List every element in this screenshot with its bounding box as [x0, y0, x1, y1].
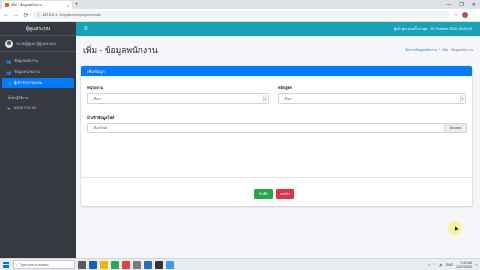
browser-chrome: เพิ่ม - ข้อมูลพนักงาน × + — ❐ ✕ ← → ⟳ ⓘ … [0, 0, 480, 22]
logout-icon: ➜ [6, 105, 11, 111]
last-login-text: ผู้เข้าสู่ระบบครั้งล่าสุด : 19 October 2… [393, 27, 472, 31]
address-bar[interactable]: ⓘ 127.0.0.1 /hrsystem/employee/create [33, 11, 450, 19]
favicon-icon [5, 3, 9, 7]
add-data-card: เพิ่มข้อมูล หน่วยงาน เลือก ▾ หลักสูตร เล… [81, 66, 472, 206]
app-icon[interactable] [133, 260, 141, 269]
terminal-icon[interactable] [155, 260, 163, 269]
top-navbar: ≡ ผู้เข้าสู่ระบบครั้งล่าสุด : 19 October… [76, 22, 480, 36]
brand-title[interactable]: ผู้ดูแลระบบ [0, 22, 76, 36]
taskbar-search-placeholder: Type here to search [19, 262, 49, 267]
folder-icon[interactable] [100, 260, 108, 269]
sidebar-item-label: ออกจากระบบ [14, 106, 37, 110]
forward-button[interactable]: → [13, 12, 19, 18]
kebab-menu-icon[interactable]: ⋮ [472, 12, 477, 18]
star-icon[interactable]: ☆ [454, 12, 458, 18]
sidebar-item-label: ข้อมูลพนักงาน [14, 59, 38, 63]
url-path: /hrsystem/employee/create [59, 13, 102, 17]
chrome-icon[interactable] [122, 260, 130, 269]
toolbar-icons: ☆ ⋮ [454, 12, 477, 18]
close-window-button[interactable]: ✕ [472, 1, 476, 9]
url-host: 127.0.0.1 [42, 13, 58, 17]
unit-field-group: หน่วยงาน เลือก ▾ [87, 85, 269, 104]
user-avatar [5, 39, 13, 48]
system-tray: ˄ ⌔ 🔊 ENG 7:42 AM 10/27/2020 ▭ [428, 261, 478, 269]
sidebar-item-label: ข้อมูลหน่วยงาน [14, 70, 40, 74]
browser-tab[interactable]: เพิ่ม - ข้อมูลพนักงาน × [2, 1, 72, 9]
user-name[interactable]: ระบบผู้ดูแล ผู้ดูแลระบบ [16, 40, 56, 47]
browser-toolbar: ← → ⟳ ⓘ 127.0.0.1 /hrsystem/employee/cre… [0, 9, 480, 22]
tab-strip: เพิ่ม - ข้อมูลพนักงาน × + — ❐ ✕ [0, 0, 480, 9]
breadcrumb-current: เพิ่ม - ข้อมูลพนักงาน [442, 48, 473, 52]
profile-avatar[interactable] [462, 12, 468, 18]
task-view-icon[interactable] [78, 260, 86, 269]
windows-start-icon[interactable] [2, 261, 10, 269]
course-select-value: เลือก [284, 96, 292, 101]
breadcrumb: จัดการข้อมูลพนักงาน / เพิ่ม - ข้อมูลพนัก… [405, 47, 473, 53]
breadcrumb-separator: / [439, 47, 441, 51]
reload-button[interactable]: ⟳ [23, 12, 29, 19]
chevron-down-icon: ▾ [263, 95, 267, 102]
users-icon: 👥 [6, 58, 11, 64]
new-tab-button[interactable]: + [75, 1, 79, 9]
back-button[interactable]: ← [3, 12, 9, 18]
sidebar-item-employees[interactable]: 👥 ข้อมูลพนักงาน [2, 56, 74, 66]
file-input[interactable]: เลือกไฟล์ Browse [87, 123, 467, 133]
course-field-group: หลักสูตร เลือก ▾ [278, 85, 466, 104]
chevron-down-icon: ▾ [460, 95, 464, 102]
volume-icon[interactable]: 🔊 [439, 263, 443, 267]
card-title: เพิ่มข้อมูล [81, 66, 472, 76]
unit-select[interactable]: เลือก ▾ [87, 93, 269, 104]
minimize-button[interactable]: — [446, 1, 451, 9]
tab-title: เพิ่ม - ข้อมูลพนักงาน [11, 3, 42, 7]
sidebar-item-logout[interactable]: ➜ ออกจากระบบ [2, 103, 74, 113]
taskbar-search[interactable]: ⌕ Type here to search [13, 260, 75, 269]
cancel-button[interactable]: ยกเลิก [276, 189, 294, 199]
info-icon: ⓘ [37, 12, 41, 17]
sidebar-item-departments[interactable]: 👥 ข้อมูลหน่วยงาน [2, 67, 74, 77]
tab-close-button[interactable]: × [67, 3, 69, 8]
unit-label: หน่วยงาน [87, 86, 104, 90]
sidebar-item-trainees[interactable]: 👥 ผู้เข้ารับการอบรม [2, 78, 74, 88]
course-label: หลักสูตร [278, 86, 292, 90]
save-button[interactable]: บันทึก [254, 189, 273, 199]
sidebar-menu: 👥 ข้อมูลพนักงาน 👥 ข้อมูลหน่วยงาน 👥 ผู้เข… [0, 52, 76, 118]
sidebar-item-label: ผู้เข้ารับการอบรม [14, 81, 43, 85]
main-content: เพิ่ม - ข้อมูลพนักงาน จัดการข้อมูลพนักงา… [76, 36, 480, 258]
search-icon: ⌕ [16, 262, 18, 267]
file-field-group: นำเข้าข้อมูลไฟล์ เลือกไฟล์ Browse [87, 115, 467, 133]
edge-icon[interactable] [89, 260, 97, 269]
os-taskbar: ⌕ Type here to search ˄ ⌔ 🔊 ENG 7:42 AM … [0, 258, 480, 270]
card-divider [81, 177, 472, 178]
maximize-button[interactable]: ❐ [459, 1, 463, 9]
users-icon: 👥 [6, 80, 11, 86]
notification-icon[interactable]: ▭ [475, 263, 478, 267]
sidebar: ผู้ดูแลระบบ ระบบผู้ดูแล ผู้ดูแลระบบ 👥 ข้… [0, 22, 76, 258]
tray-up-icon[interactable]: ˄ [428, 263, 430, 267]
users-icon: 👥 [6, 69, 11, 75]
course-select[interactable]: เลือก ▾ [278, 93, 466, 104]
app-icon[interactable] [144, 260, 152, 269]
clock-date: 10/27/2020 [456, 264, 472, 269]
menu-toggle-icon[interactable]: ≡ [84, 26, 88, 32]
file-input-placeholder: เลือกไฟล์ [93, 126, 107, 130]
unit-select-value: เลือก [93, 96, 101, 101]
mouse-cursor-highlight [448, 221, 462, 235]
network-icon[interactable]: ⌔ [433, 262, 436, 267]
window-controls: — ❐ ✕ [446, 1, 480, 9]
file-label: นำเข้าข้อมูลไฟล์ [87, 116, 115, 120]
page-title: เพิ่ม - ข้อมูลพนักงาน [83, 45, 158, 55]
breadcrumb-parent-link[interactable]: จัดการข้อมูลพนักงาน [405, 47, 437, 53]
content-header: เพิ่ม - ข้อมูลพนักงาน จัดการข้อมูลพนักงา… [76, 36, 480, 64]
browse-button[interactable]: Browse [444, 124, 466, 132]
app-icon[interactable] [166, 260, 174, 269]
language-indicator[interactable]: ENG [446, 263, 453, 267]
sidebar-section-header: ตั้งค่าผู้ใช้งาน [8, 96, 29, 100]
clock[interactable]: 7:42 AM 10/27/2020 [456, 261, 472, 269]
user-panel: ระบบผู้ดูแล ผู้ดูแลระบบ [0, 36, 76, 52]
app-icon[interactable] [111, 260, 119, 269]
